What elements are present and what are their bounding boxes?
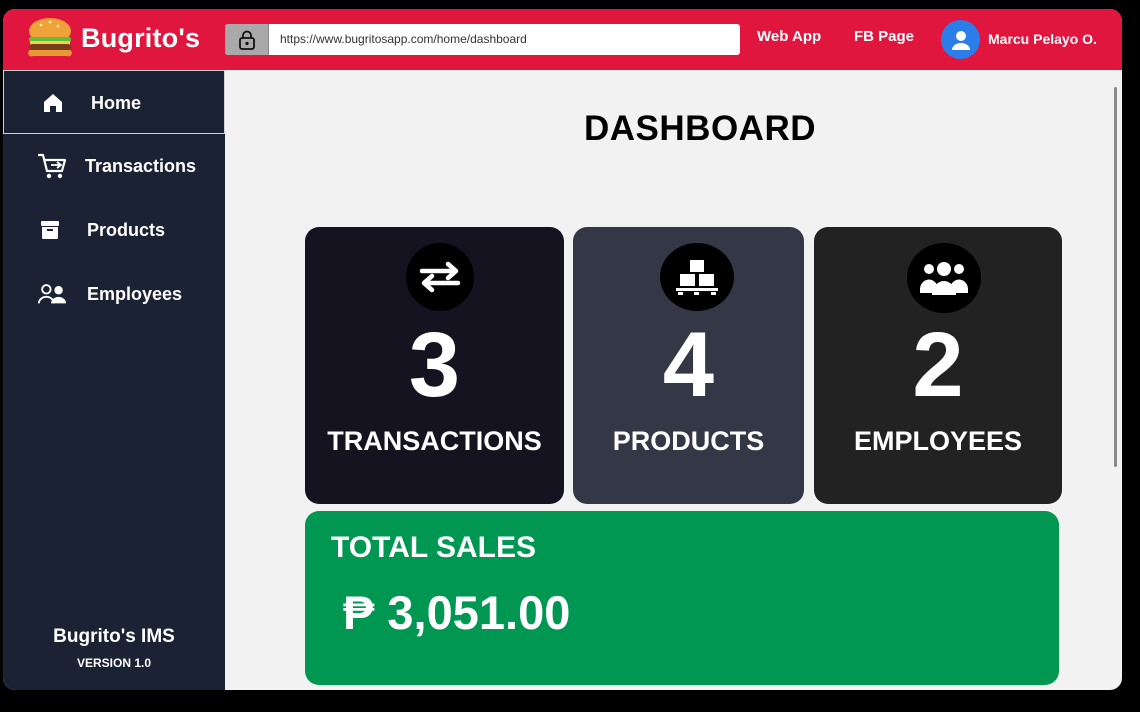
sidebar-item-home[interactable]: Home — [3, 70, 225, 134]
products-count: 4 — [662, 314, 715, 416]
app-name: Bugrito's — [81, 23, 201, 53]
main-content: DASHBOARD 3 TRANSACTIONS 4 PRODUCTS 2 EM… — [225, 70, 1122, 690]
products-card[interactable]: 4 PRODUCTS — [573, 227, 804, 504]
users-icon — [37, 280, 67, 308]
avatar[interactable] — [941, 20, 980, 59]
home-icon — [38, 89, 68, 117]
burger-logo-icon — [26, 15, 74, 61]
user-name[interactable]: Marcu Pelayo O. — [988, 31, 1097, 47]
total-sales-card[interactable]: TOTAL SALES ₱ 3,051.00 — [305, 511, 1059, 685]
fb-page-link[interactable]: FB Page — [854, 28, 914, 45]
boxes-pallet-icon — [660, 243, 734, 311]
cart-icon — [37, 152, 67, 180]
transactions-card[interactable]: 3 TRANSACTIONS — [305, 227, 564, 504]
url-bar[interactable]: https://www.bugritosapp.com/home/dashboa… — [225, 24, 740, 55]
employees-card[interactable]: 2 EMPLOYEES — [814, 227, 1062, 504]
app-window: Bugrito's https://www.bugritosapp.com/ho… — [3, 9, 1122, 690]
sidebar-footer-version: VERSION 1.0 — [76, 656, 152, 670]
employees-count: 2 — [912, 314, 964, 416]
swap-arrows-icon — [406, 243, 474, 311]
lock-icon — [225, 24, 269, 55]
sidebar-footer-title: Bugrito's IMS — [53, 626, 175, 647]
page-title: DASHBOARD — [584, 109, 816, 148]
sidebar-item-label: Transactions — [85, 156, 197, 176]
url-text: https://www.bugritosapp.com/home/dashboa… — [280, 32, 527, 46]
sidebar-item-label: Products — [87, 220, 166, 240]
total-sales-amount: ₱ 3,051.00 — [343, 586, 571, 639]
sidebar-item-employees[interactable]: Employees — [3, 262, 225, 326]
transactions-label: TRANSACTIONS — [327, 426, 542, 456]
archive-box-icon — [35, 216, 65, 244]
sidebar-item-transactions[interactable]: Transactions — [3, 134, 225, 198]
sidebar-item-label: Home — [91, 93, 142, 113]
sidebar-item-products[interactable]: Products — [3, 198, 225, 262]
top-header: Bugrito's https://www.bugritosapp.com/ho… — [3, 9, 1122, 70]
web-app-link[interactable]: Web App — [757, 28, 821, 45]
user-icon — [951, 30, 970, 50]
employees-label: EMPLOYEES — [853, 426, 1023, 456]
products-label: PRODUCTS — [612, 426, 765, 456]
group-icon — [907, 243, 981, 313]
total-sales-label: TOTAL SALES — [331, 531, 537, 564]
sidebar: Home Transactions Products Employees Bug… — [3, 70, 225, 690]
transactions-count: 3 — [408, 314, 461, 416]
sidebar-item-label: Employees — [87, 284, 183, 304]
